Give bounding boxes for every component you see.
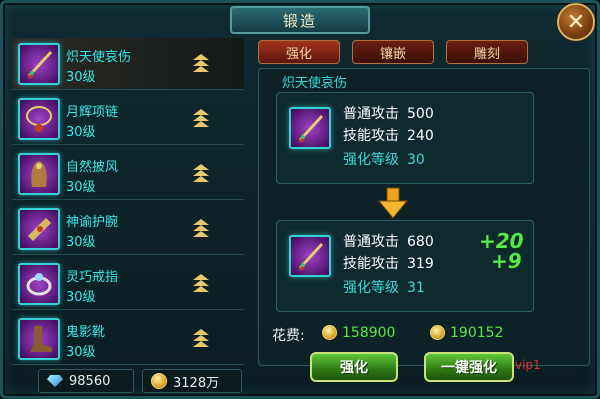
rank-chevron-icon — [190, 52, 212, 74]
arrow-down-icon — [377, 187, 409, 219]
diamond-icon — [47, 375, 63, 387]
window-title: 锻造 — [230, 6, 370, 34]
enhance-level-next: 强化等级 31 — [343, 280, 425, 296]
list-item[interactable]: 炽天使哀伤 30级 — [12, 38, 244, 90]
list-item[interactable]: 灵巧戒指 30级 — [12, 258, 244, 310]
list-item[interactable]: 自然披风 30级 — [12, 148, 244, 200]
cost-coin-a: 158900 — [342, 325, 396, 341]
item-name: 月辉项链 — [66, 105, 119, 120]
item-name: 灵巧戒指 — [66, 270, 119, 285]
list-item[interactable]: 鬼影靴 30级 — [12, 313, 244, 365]
item-level: 30级 — [66, 345, 96, 360]
rank-chevron-icon — [190, 217, 212, 239]
item-name: 神谕护腕 — [66, 215, 119, 230]
gold-balance: 3128万 — [142, 369, 242, 393]
item-level: 30级 — [66, 70, 96, 85]
sword-icon — [18, 43, 60, 85]
tab-inlay[interactable]: 镶嵌 — [352, 40, 434, 64]
item-level: 30级 — [66, 235, 96, 250]
enhance-button[interactable]: 强化 — [310, 352, 398, 382]
vip-tag: vip1 — [515, 358, 541, 372]
sword-icon — [289, 235, 331, 277]
one-click-enhance-button[interactable]: 一键强化 — [424, 352, 514, 382]
item-name: 炽天使哀伤 — [66, 50, 132, 65]
boots-icon — [18, 318, 60, 360]
item-level: 30级 — [66, 290, 96, 305]
sword-icon — [289, 107, 331, 149]
ring-icon — [18, 263, 60, 305]
necklace-icon — [18, 98, 60, 140]
tab-enhance[interactable]: 强化 — [258, 40, 340, 64]
cost-coin-b: 190152 — [450, 325, 504, 341]
tab-engrave[interactable]: 雕刻 — [446, 40, 528, 64]
rank-chevron-icon — [190, 107, 212, 129]
list-item[interactable]: 神谕护腕 30级 — [12, 203, 244, 255]
rank-chevron-icon — [190, 272, 212, 294]
item-level: 30级 — [66, 125, 96, 140]
normal-attack-current: 普通攻击 500 — [343, 106, 434, 122]
diamond-balance: 98560 — [38, 369, 134, 393]
rank-chevron-icon — [190, 327, 212, 349]
gold-coin-icon — [151, 373, 167, 389]
close-icon: ✕ — [566, 9, 586, 35]
item-level: 30级 — [66, 180, 96, 195]
skill-attack-bonus: +9 — [491, 249, 522, 273]
gold-coin-icon — [430, 325, 445, 340]
skill-attack-current: 技能攻击 240 — [343, 128, 434, 144]
cost-label: 花费: — [272, 328, 305, 344]
normal-attack-next: 普通攻击 680 — [343, 234, 434, 250]
selected-item-title: 炽天使哀伤 — [282, 76, 348, 91]
cloak-icon — [18, 153, 60, 195]
next-stats-box: 普通攻击 680 技能攻击 319 强化等级 31 +20 +9 — [276, 220, 534, 312]
gold-coin-icon — [322, 325, 337, 340]
enhance-level-current: 强化等级 30 — [343, 152, 425, 168]
rank-chevron-icon — [190, 162, 212, 184]
close-button[interactable]: ✕ — [557, 3, 595, 41]
bracer-icon — [18, 208, 60, 250]
skill-attack-next: 技能攻击 319 — [343, 256, 434, 272]
list-item[interactable]: 月辉项链 30级 — [12, 93, 244, 145]
item-name: 自然披风 — [66, 160, 119, 175]
item-name: 鬼影靴 — [66, 325, 106, 340]
equipment-list: 炽天使哀伤 30级 月辉项链 30级 自然披风 30级 神谕护腕 30级 灵巧戒… — [12, 38, 244, 366]
current-stats-box: 普通攻击 500 技能攻击 240 强化等级 30 — [276, 92, 534, 184]
